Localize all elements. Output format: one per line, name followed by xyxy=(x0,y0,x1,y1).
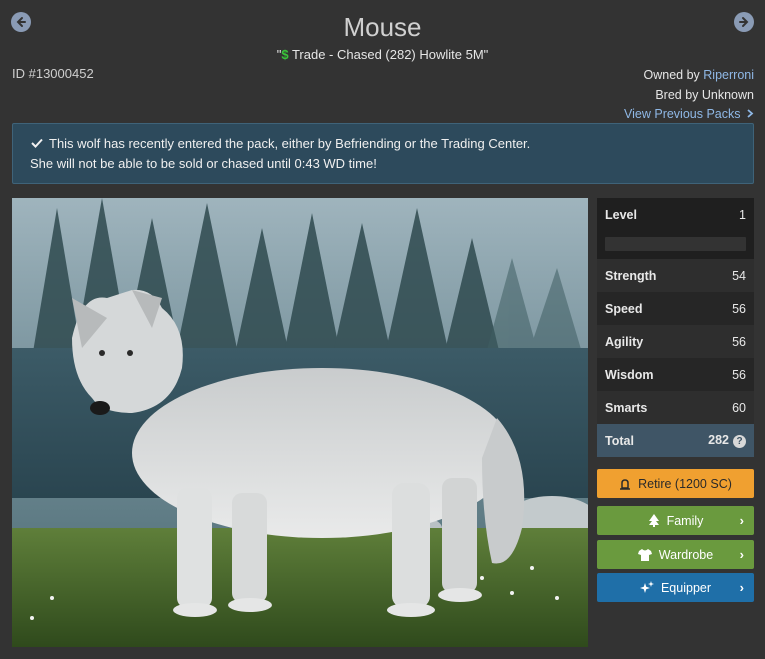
wardrobe-button[interactable]: Wardrobe › xyxy=(597,540,754,569)
stat-strength: Strength 54 xyxy=(597,259,754,292)
shirt-icon xyxy=(637,548,652,561)
xp-progress-bar xyxy=(597,231,754,259)
family-button[interactable]: Family › xyxy=(597,506,754,535)
retire-icon xyxy=(619,478,631,490)
wolf-image xyxy=(12,198,588,647)
chevron-right-icon xyxy=(747,109,754,118)
help-icon[interactable]: ? xyxy=(733,435,746,448)
wolf-subtitle: "$ Trade - Chased (282) Howlite 5M" xyxy=(276,47,489,62)
owner-link[interactable]: Riperroni xyxy=(703,68,754,82)
check-icon xyxy=(31,134,43,154)
wolf-illustration xyxy=(12,198,588,647)
owner-info: Owned by Riperroni Bred by Unknown View … xyxy=(624,66,754,125)
retire-button[interactable]: Retire (1200 SC) xyxy=(597,469,754,498)
wolf-id: ID #13000452 xyxy=(12,66,94,81)
sparkles-icon xyxy=(639,581,654,594)
stat-wisdom: Wisdom 56 xyxy=(597,358,754,391)
equipper-button[interactable]: Equipper › xyxy=(597,573,754,602)
chevron-right-icon: › xyxy=(739,580,744,595)
chevron-right-icon: › xyxy=(739,513,744,528)
stat-speed: Speed 56 xyxy=(597,292,754,325)
dollar-icon: $ xyxy=(281,47,289,62)
stat-level: Level 1 xyxy=(597,198,754,231)
wolf-name: Mouse xyxy=(343,12,422,42)
stat-smarts: Smarts 60 xyxy=(597,391,754,424)
chevron-right-icon: › xyxy=(739,547,744,562)
stat-total: Total 282? xyxy=(597,424,754,457)
stats-panel: Level 1 Strength 54 Speed 56 Agility 56 … xyxy=(597,198,754,457)
stat-agility: Agility 56 xyxy=(597,325,754,358)
bred-by: Bred by Unknown xyxy=(655,87,754,102)
tree-icon xyxy=(648,514,660,527)
recent-entry-notice: This wolf has recently entered the pack,… xyxy=(12,123,754,184)
view-previous-packs-link[interactable]: View Previous Packs xyxy=(624,105,754,125)
